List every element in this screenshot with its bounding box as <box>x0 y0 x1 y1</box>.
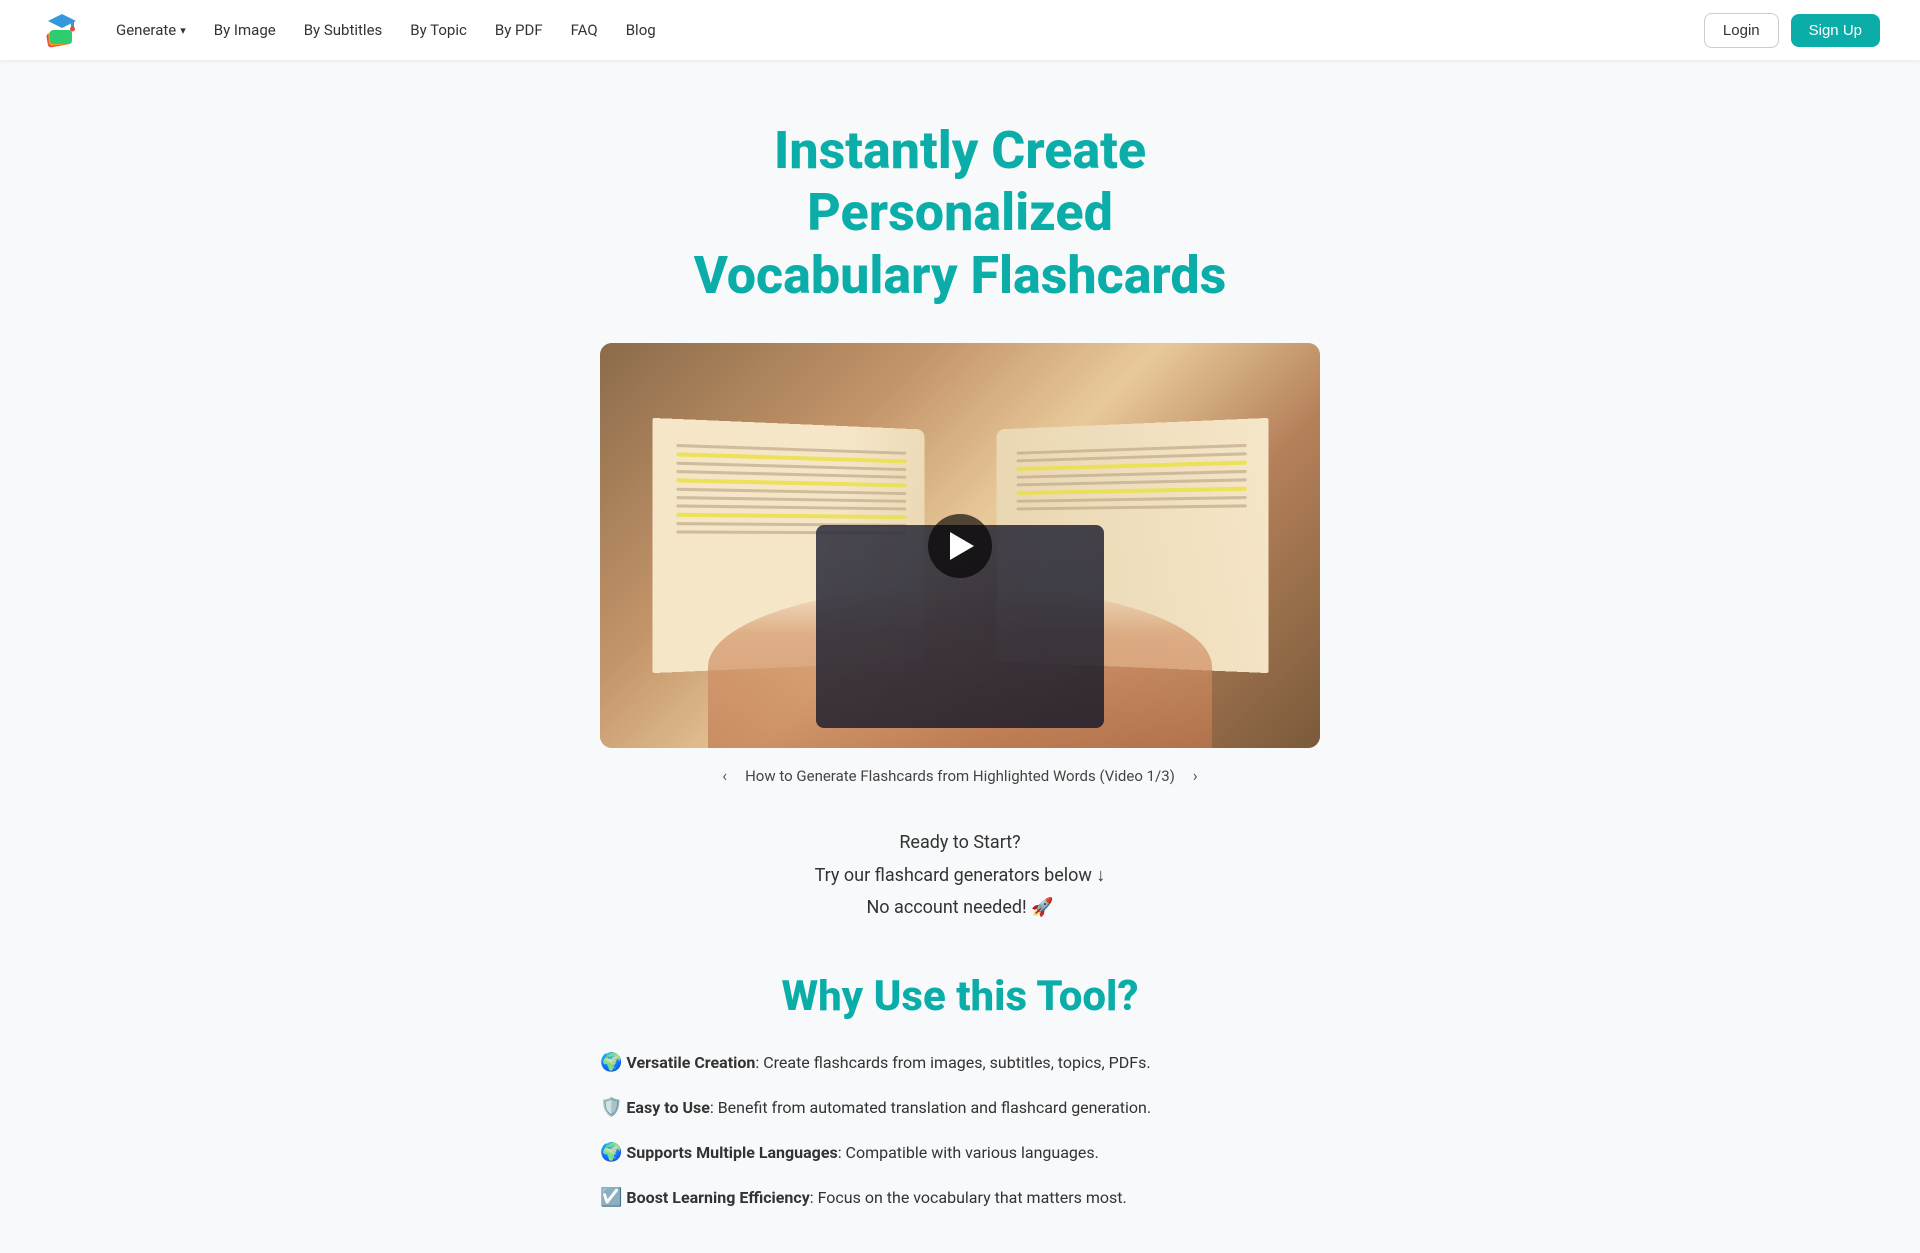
chevron-down-icon: ▾ <box>180 24 186 37</box>
feature-description: : Benefit from automated translation and… <box>710 1098 1151 1117</box>
book-line <box>1016 496 1247 503</box>
book-line-highlight <box>676 513 906 519</box>
hero-title-line1: Instantly Create <box>774 120 1146 181</box>
video-prev-arrow[interactable]: ‹ <box>716 764 733 787</box>
book-line <box>1016 505 1247 511</box>
by-subtitles-link[interactable]: By Subtitles <box>292 13 395 47</box>
blog-link[interactable]: Blog <box>614 13 668 47</box>
book-line <box>676 505 906 511</box>
logo[interactable] <box>40 8 84 52</box>
hero-title-line2: Personalized <box>807 182 1113 243</box>
book-line <box>676 488 906 495</box>
video-nav: ‹ How to Generate Flashcards from Highli… <box>500 764 1420 787</box>
book-line <box>676 462 906 471</box>
play-triangle-icon <box>950 532 974 560</box>
feature-icon: 🛡️ <box>600 1097 622 1118</box>
feature-item: ☑️Boost Learning Efficiency: Focus on th… <box>600 1184 1320 1213</box>
ready-line2: Try our flashcard generators below ↓ <box>500 860 1420 892</box>
hero-title-line3: Vocabulary Flashcards <box>694 245 1227 306</box>
features-list: 🌍Versatile Creation: Create flashcards f… <box>600 1049 1320 1212</box>
feature-title: Boost Learning Efficiency <box>626 1188 809 1207</box>
book-line <box>676 470 906 479</box>
signup-button[interactable]: Sign Up <box>1791 14 1880 47</box>
feature-description: : Focus on the vocabulary that matters m… <box>810 1188 1127 1207</box>
book-line <box>1016 479 1247 487</box>
hero-title: Instantly Create Personalized Vocabulary… <box>500 120 1420 307</box>
ready-line3: No account needed! 🚀 <box>500 892 1420 924</box>
by-topic-link[interactable]: By Topic <box>398 13 479 47</box>
feature-icon: 🌍 <box>600 1142 622 1163</box>
generate-label: Generate <box>116 21 176 39</box>
by-pdf-link[interactable]: By PDF <box>483 13 555 47</box>
why-title: Why Use this Tool? <box>500 972 1420 1021</box>
feature-icon: 🌍 <box>600 1052 622 1073</box>
feature-description: : Create flashcards from images, subtitl… <box>755 1053 1150 1072</box>
navbar-actions: Login Sign Up <box>1704 13 1880 48</box>
feature-item: 🛡️Easy to Use: Benefit from automated tr… <box>600 1094 1320 1123</box>
feature-title: Versatile Creation <box>626 1053 755 1072</box>
book-line-highlight <box>676 479 906 488</box>
navbar: Generate ▾ By Image By Subtitles By Topi… <box>0 0 1920 60</box>
login-button[interactable]: Login <box>1704 13 1779 48</box>
ready-line1: Ready to Start? <box>500 827 1420 859</box>
video-caption: How to Generate Flashcards from Highligh… <box>745 767 1175 785</box>
play-button[interactable] <box>928 514 992 578</box>
feature-icon: ☑️ <box>600 1187 622 1208</box>
logo-icon <box>40 8 84 52</box>
feature-item: 🌍Versatile Creation: Create flashcards f… <box>600 1049 1320 1078</box>
by-image-link[interactable]: By Image <box>202 13 288 47</box>
book-line <box>1016 470 1247 479</box>
generate-dropdown[interactable]: Generate ▾ <box>104 13 198 47</box>
ready-section: Ready to Start? Try our flashcard genera… <box>500 827 1420 924</box>
nav-links: Generate ▾ By Image By Subtitles By Topi… <box>104 13 1704 47</box>
video-next-arrow[interactable]: › <box>1187 764 1204 787</box>
video-player[interactable] <box>600 343 1320 748</box>
feature-description: : Compatible with various languages. <box>838 1143 1099 1162</box>
faq-link[interactable]: FAQ <box>559 13 610 47</box>
book-line-highlight <box>1016 461 1247 471</box>
feature-item: 🌍Supports Multiple Languages: Compatible… <box>600 1139 1320 1168</box>
book-line <box>676 497 906 504</box>
book-line-highlight <box>1016 487 1247 495</box>
feature-title: Easy to Use <box>626 1098 709 1117</box>
main-content: Instantly Create Personalized Vocabulary… <box>480 60 1440 1253</box>
feature-title: Supports Multiple Languages <box>626 1143 837 1162</box>
